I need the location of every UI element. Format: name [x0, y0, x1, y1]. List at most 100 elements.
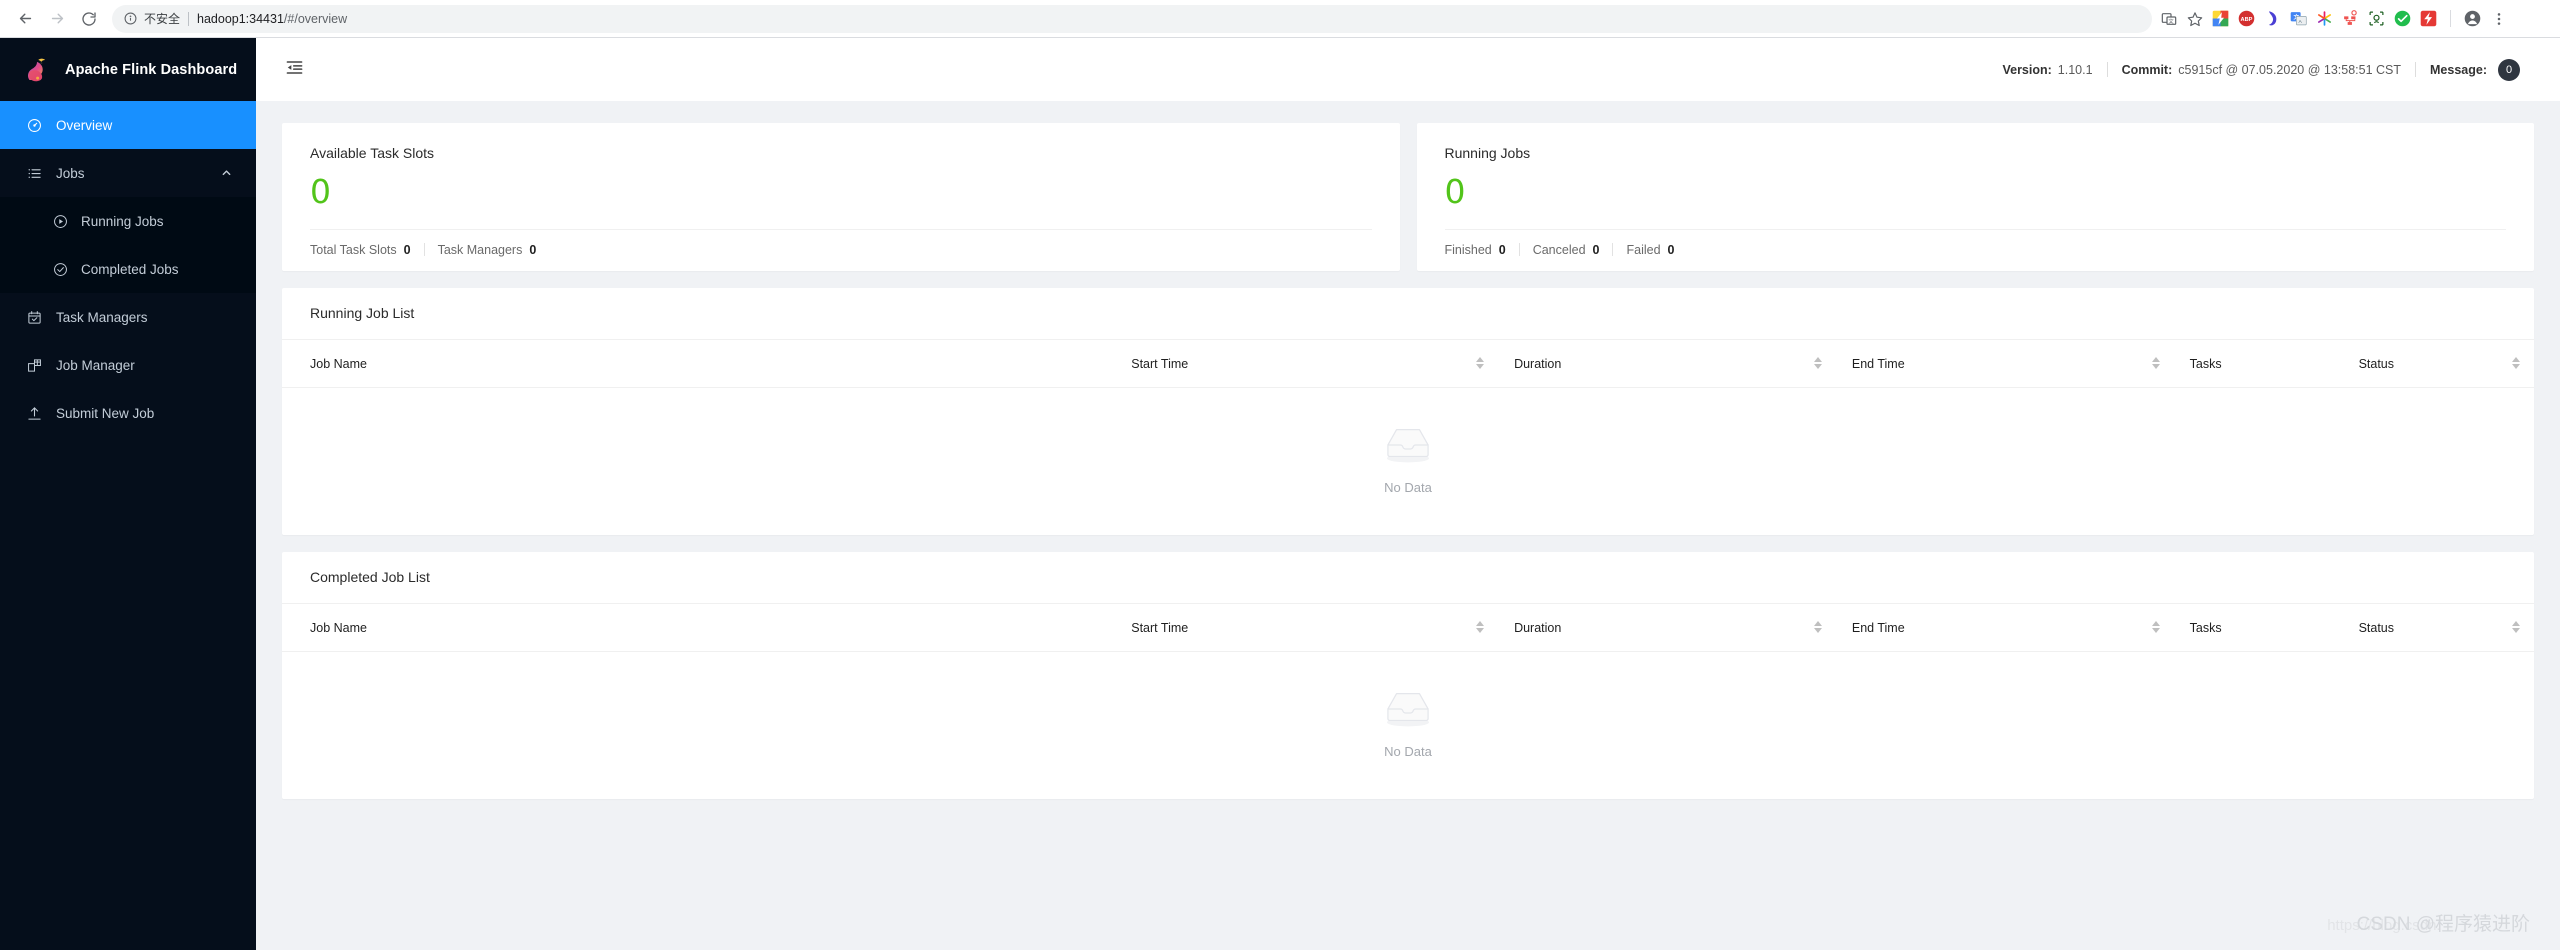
canceled-value: 0	[1592, 242, 1600, 257]
col-label: Tasks	[2189, 620, 2222, 635]
task-slots-title: Available Task Slots	[310, 145, 434, 161]
running-jobs-footer: Finished 0 Canceled 0 Failed 0	[1444, 228, 2506, 271]
col-duration[interactable]: Duration	[1498, 339, 1836, 388]
adblock-plus-icon[interactable]: ABP	[2238, 10, 2255, 27]
total-task-slots-label: Total Task Slots	[310, 242, 397, 257]
url-text: hadoop1:34431/#/overview	[197, 12, 347, 26]
col-start-time[interactable]: Start Time	[1115, 339, 1499, 388]
sidebar-item-submit-new-job[interactable]: Submit New Job	[0, 389, 256, 437]
address-bar[interactable]: 不安全 hadoop1:34431/#/overview	[112, 4, 2152, 33]
commit-info: Commit: c5915cf @ 07.05.2020 @ 13:58:51 …	[2122, 63, 2401, 77]
task-slots-value: 0	[310, 172, 331, 211]
finished-value: 0	[1498, 242, 1506, 257]
sort-desc-caret-icon	[2512, 364, 2520, 370]
extension-lightning-colored-icon[interactable]	[2212, 10, 2229, 27]
sort-asc-caret-icon	[1813, 357, 1822, 363]
sidebar-item-completed-jobs[interactable]: Completed Jobs	[0, 245, 256, 293]
col-status[interactable]: Status	[2342, 603, 2534, 652]
sort-toggle-duration[interactable]	[1813, 357, 1822, 370]
running-jobs-card: Running Jobs 0 Finished 0 Canceled 0 Fai…	[1416, 123, 2534, 271]
sidebar-label-completed-jobs: Completed Jobs	[81, 261, 179, 277]
red-flash-icon[interactable]	[2420, 10, 2437, 27]
col-status[interactable]: Status	[2342, 339, 2534, 388]
completed-job-list-table: Job Name Start Time Duration End Time Ta…	[282, 603, 2534, 652]
blocks-icon	[26, 357, 42, 373]
message-count-badge[interactable]: 0	[2498, 58, 2520, 81]
sidebar-item-jobs[interactable]: Jobs	[0, 149, 256, 197]
running-job-list-card: Running Job List Job Name Start Time Dur…	[282, 287, 2534, 535]
reload-button[interactable]	[74, 4, 104, 34]
col-job-name[interactable]: Job Name	[282, 339, 1116, 388]
col-end-time[interactable]: End Time	[1835, 603, 2174, 652]
sort-toggle-duration[interactable]	[1813, 621, 1822, 634]
sort-desc-caret-icon	[1813, 628, 1822, 634]
sitemap-icon[interactable]	[2342, 10, 2359, 27]
flink-squirrel-logo	[22, 55, 52, 85]
col-label: Job Name	[310, 620, 367, 635]
sort-toggle-start-time[interactable]	[1476, 621, 1485, 634]
version-label: Version:	[2002, 62, 2052, 77]
brand-header[interactable]: Apache Flink Dashboard	[0, 38, 256, 101]
sort-toggle-status[interactable]	[2512, 621, 2520, 634]
col-label: Job Name	[310, 356, 367, 371]
sidebar-item-task-managers[interactable]: Task Managers	[0, 293, 256, 341]
col-label: Start Time	[1131, 620, 1189, 635]
col-tasks[interactable]: Tasks	[2173, 339, 2343, 388]
profile-avatar-icon[interactable]	[2464, 10, 2481, 27]
task-managers-value: 0	[529, 242, 537, 257]
bookmark-star-icon[interactable]	[2186, 10, 2203, 27]
completed-job-list-empty-state: No Data	[282, 652, 2534, 799]
empty-label: No Data	[1384, 479, 1432, 495]
topbar-meta: Version: 1.10.1 Commit: c5915cf @ 07.05.…	[2002, 58, 2520, 81]
col-duration[interactable]: Duration	[1498, 603, 1836, 652]
reload-icon	[81, 11, 97, 27]
sort-toggle-end-time[interactable]	[2151, 621, 2160, 634]
sidebar-label-submit-new-job: Submit New Job	[56, 405, 155, 421]
sort-desc-caret-icon	[1476, 364, 1485, 370]
main-area: Version: 1.10.1 Commit: c5915cf @ 07.05.…	[256, 38, 2560, 950]
col-tasks[interactable]: Tasks	[2173, 603, 2343, 652]
failed-value: 0	[1667, 242, 1675, 257]
forward-button[interactable]	[42, 4, 72, 34]
sort-toggle-start-time[interactable]	[1476, 357, 1485, 370]
sidebar-label-task-managers: Task Managers	[56, 309, 148, 325]
col-start-time[interactable]: Start Time	[1115, 603, 1499, 652]
failed-label: Failed	[1626, 242, 1661, 257]
asterisk-colorful-icon[interactable]	[2316, 10, 2333, 27]
sidebar-nav: Overview Jobs Running Jobs Completed Job…	[0, 101, 256, 437]
message-label: Message:	[2430, 62, 2487, 77]
empty-box-icon	[1377, 422, 1439, 471]
screen-capture-icon[interactable]	[2368, 10, 2385, 27]
menu-fold-icon	[285, 58, 304, 82]
grammar-check-icon[interactable]	[2264, 10, 2281, 27]
sort-toggle-status[interactable]	[2512, 357, 2520, 370]
col-end-time[interactable]: End Time	[1835, 339, 2174, 388]
running-job-list-table: Job Name Start Time Duration End Time Ta…	[282, 339, 2534, 388]
sidebar-item-job-manager[interactable]: Job Manager	[0, 341, 256, 389]
col-label: Status	[2358, 356, 2394, 371]
sidebar-item-running-jobs[interactable]: Running Jobs	[0, 197, 256, 245]
task-managers-label: Task Managers	[437, 242, 523, 257]
meta-divider-2	[2415, 62, 2417, 77]
sort-asc-caret-icon	[1476, 357, 1485, 363]
url-path: /#/overview	[283, 11, 348, 26]
available-task-slots-card: Available Task Slots 0 Total Task Slots …	[282, 123, 1400, 271]
col-job-name[interactable]: Job Name	[282, 603, 1116, 652]
translate-icon[interactable]: 文	[2160, 10, 2177, 27]
info-circle-icon[interactable]	[124, 12, 137, 25]
sort-toggle-end-time[interactable]	[2151, 357, 2160, 370]
col-label: End Time	[1851, 620, 1905, 635]
col-label: Duration	[1514, 356, 1562, 371]
sort-asc-caret-icon	[2512, 357, 2520, 363]
back-button[interactable]	[10, 4, 40, 34]
menu-fold-button[interactable]	[280, 56, 308, 84]
google-translate-icon[interactable]: 文A	[2290, 10, 2307, 27]
table-header-row: Job Name Start Time Duration End Time Ta…	[282, 339, 2534, 388]
chevron-up-icon[interactable]	[221, 168, 232, 179]
version-value: 1.10.1	[2057, 62, 2093, 77]
green-check-icon[interactable]	[2394, 10, 2411, 27]
col-label: End Time	[1851, 356, 1905, 371]
three-dot-menu-icon[interactable]	[2490, 10, 2507, 27]
col-label: Duration	[1514, 620, 1562, 635]
sidebar-item-overview[interactable]: Overview	[0, 101, 256, 149]
